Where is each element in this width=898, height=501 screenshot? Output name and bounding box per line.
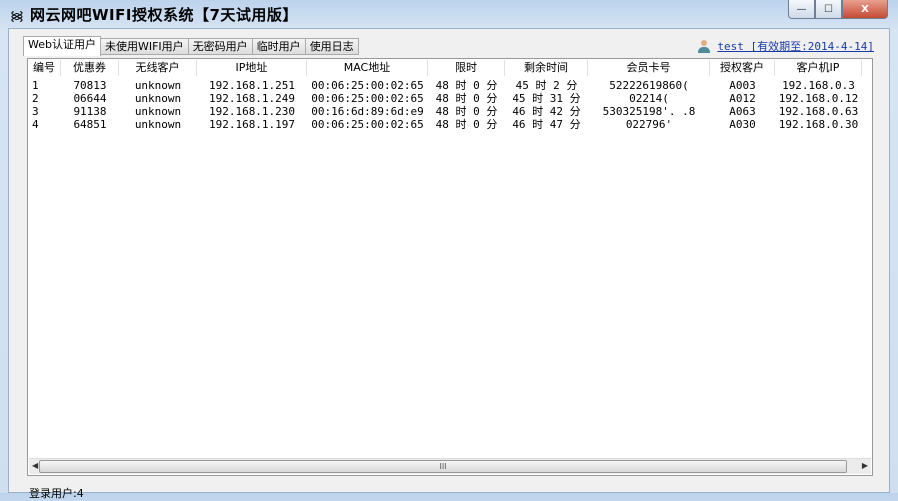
close-button[interactable]: X [842, 0, 888, 19]
table-row[interactable]: 3 91138 unknown 192.168.1.230 00:16:6d:89:6d… [28, 105, 862, 118]
tab-temp-users[interactable]: 临时用户 [252, 38, 306, 55]
table-cell: 00:06:25:00:02:65 [311, 92, 424, 105]
tab-bar: Web认证用户 未使用WIFI用户 无密码用户 临时用户 使用日志 [23, 36, 359, 56]
maximize-button[interactable]: ☐ [815, 0, 842, 19]
column-header[interactable]: 限时 [428, 60, 505, 76]
table-cell: 48 时 0 分 [435, 105, 498, 118]
table-cell: 06644 [73, 92, 107, 105]
table-cell: 45 时 2 分 [515, 79, 578, 92]
table-cell: A012 [729, 92, 756, 105]
table-cell: unknown [134, 105, 182, 118]
user-list: 编号 优惠券 无线客户 IP地址 MAC地址 限时 剩余时间 会员卡号 授权客户 客户机IP 1 7… [27, 58, 873, 476]
table-cell: 192.168.0.3 [782, 79, 855, 92]
column-header[interactable]: 编号 [28, 60, 61, 76]
table-cell: 192.168.1.249 [208, 92, 296, 105]
user-link[interactable]: test [有效期至:2014-4-14] [697, 38, 874, 54]
table-cell: 46 时 42 分 [512, 105, 581, 118]
title-bar: ᯼ 网云网吧WIFI授权系统【7天试用版】 — ☐ X [0, 0, 898, 28]
table-cell: 530325198'. .8 [602, 105, 696, 118]
column-header[interactable]: IP地址 [197, 60, 307, 76]
column-header[interactable]: 优惠券 [61, 60, 119, 76]
table-cell: 48 时 0 分 [435, 118, 498, 131]
table-cell: 70813 [73, 79, 107, 92]
user-link-text[interactable]: test [有效期至:2014-4-14] [717, 38, 874, 54]
table-cell: 48 时 0 分 [435, 92, 498, 105]
table-cell: 00:06:25:00:02:65 [311, 118, 424, 131]
scroll-thumb[interactable]: III [39, 460, 847, 473]
table-cell: A003 [729, 79, 756, 92]
table-cell: 1 [32, 79, 39, 92]
table-cell: 64851 [73, 118, 107, 131]
table-cell: 00:16:6d:89:6d:e9 [311, 105, 424, 118]
table-cell: 192.168.0.63 [778, 105, 859, 118]
wifi-icon: ᯼ [10, 9, 24, 24]
column-header[interactable]: 无线客户 [119, 60, 197, 76]
minimize-button[interactable]: — [788, 0, 815, 19]
column-header[interactable]: MAC地址 [307, 60, 428, 76]
tab-web-users[interactable]: Web认证用户 [23, 36, 101, 56]
column-header[interactable]: 授权客户 [710, 60, 775, 76]
table-cell: A030 [729, 118, 756, 131]
main-window: Web认证用户 未使用WIFI用户 无密码用户 临时用户 使用日志 test [… [8, 28, 890, 500]
column-header[interactable]: 会员卡号 [588, 60, 710, 76]
tab-usage-log[interactable]: 使用日志 [305, 38, 359, 55]
column-header[interactable]: 剩余时间 [505, 60, 588, 76]
table-cell: A063 [729, 105, 756, 118]
table-cell: 192.168.0.30 [778, 118, 859, 131]
table-row[interactable]: 2 06644 unknown 192.168.1.249 00:06:25:00:02… [28, 92, 862, 105]
table-cell: 46 时 47 分 [512, 118, 581, 131]
window-title: 网云网吧WIFI授权系统【7天试用版】 [30, 6, 298, 24]
table-cell: 48 时 0 分 [435, 79, 498, 92]
table-cell: 192.168.1.197 [208, 118, 296, 131]
scroll-left-icon[interactable]: ◀ [32, 461, 38, 470]
table-row[interactable]: 1 70813 unknown 192.168.1.251 00:06:25:00:02… [28, 79, 862, 92]
horizontal-scrollbar[interactable]: ◀ III ▶ [29, 458, 871, 474]
table-cell: 192.168.1.230 [208, 105, 296, 118]
table-cell: 192.168.1.251 [208, 79, 296, 92]
column-header[interactable]: 客户机IP [775, 60, 862, 76]
table-cell: 3 [32, 105, 39, 118]
table-cell: 00:06:25:00:02:65 [311, 79, 424, 92]
table-cell: 022796' [625, 118, 673, 131]
table-cell: 91138 [73, 105, 107, 118]
table-cell: 45 时 31 分 [512, 92, 581, 105]
table-cell: 52222619860( [609, 79, 689, 92]
table-header: 编号 优惠券 无线客户 IP地址 MAC地址 限时 剩余时间 会员卡号 授权客户 客户机IP [28, 60, 862, 76]
table-cell: 4 [32, 118, 39, 131]
table-cell: unknown [134, 92, 182, 105]
table-row[interactable]: 4 64851 unknown 192.168.1.197 00:06:25:00:02… [28, 118, 862, 131]
table-cell: 192.168.0.12 [778, 92, 859, 105]
table-cell: unknown [134, 118, 182, 131]
table-cell: unknown [134, 79, 182, 92]
user-icon [697, 39, 711, 53]
table-cell: 02214( [629, 92, 669, 105]
table-cell: 2 [32, 92, 39, 105]
tab-no-password-users[interactable]: 无密码用户 [188, 38, 253, 55]
tab-unused-wifi-users[interactable]: 未使用WIFI用户 [100, 38, 189, 55]
status-text: 登录用户:4 [29, 487, 84, 500]
scroll-right-icon[interactable]: ▶ [862, 461, 868, 470]
